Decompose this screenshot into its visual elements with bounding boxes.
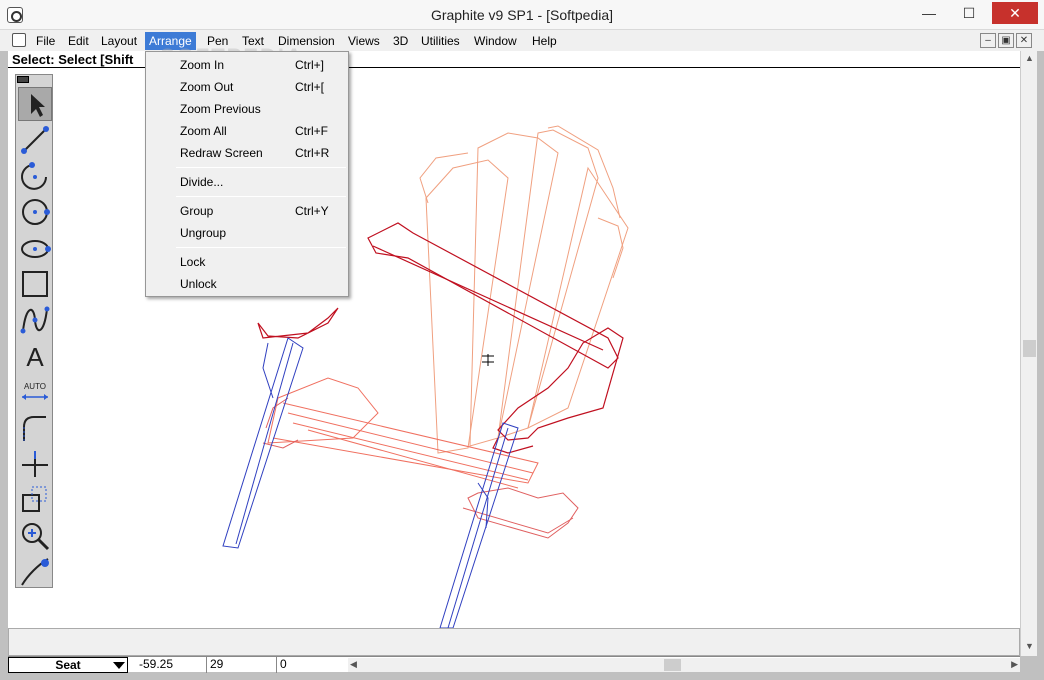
line-icon[interactable] bbox=[18, 123, 52, 157]
y-coordinate: 29 bbox=[206, 657, 276, 673]
prompt-text: Select: Select [Shift bbox=[12, 52, 134, 67]
auto-dimension-icon[interactable]: AUTO bbox=[18, 375, 52, 409]
menu-utilities[interactable]: Utilities bbox=[417, 32, 464, 50]
menu-item-divide[interactable]: Divide... bbox=[147, 171, 347, 193]
select-arrow-icon[interactable] bbox=[18, 87, 52, 121]
status-bar: Seat -59.25 29 0 ◀ ▶ bbox=[8, 656, 1020, 673]
text-tool-icon[interactable]: A bbox=[18, 339, 52, 373]
menu-help[interactable]: Help bbox=[528, 32, 561, 50]
rectangle-icon[interactable] bbox=[18, 267, 52, 301]
maximize-button[interactable]: ☐ bbox=[954, 2, 984, 24]
view-select-value: Seat bbox=[55, 658, 81, 672]
command-line[interactable] bbox=[8, 628, 1020, 656]
svg-text:AUTO: AUTO bbox=[24, 382, 46, 391]
vertical-scrollbar[interactable]: ▲ ▼ bbox=[1020, 51, 1037, 656]
doc-restore-button[interactable]: ▣ bbox=[998, 33, 1014, 48]
menu-item-label: Redraw Screen bbox=[180, 146, 263, 160]
menu-item-shortcut: Ctrl+Y bbox=[295, 204, 329, 218]
cursor-crosshair bbox=[482, 354, 494, 366]
vertical-scroll-thumb[interactable] bbox=[1023, 340, 1036, 357]
menu-item-zoom-in[interactable]: Zoom In Ctrl+] bbox=[147, 54, 347, 76]
menu-edit[interactable]: Edit bbox=[64, 32, 93, 50]
menu-file[interactable]: File bbox=[32, 32, 59, 50]
menu-separator bbox=[176, 196, 346, 197]
menu-item-shortcut: Ctrl+F bbox=[295, 124, 328, 138]
menu-item-label: Lock bbox=[180, 255, 206, 269]
spline-icon[interactable] bbox=[18, 303, 52, 337]
menu-item-unlock[interactable]: Unlock bbox=[147, 273, 347, 295]
menu-window[interactable]: Window bbox=[470, 32, 521, 50]
menu-pen[interactable]: Pen bbox=[203, 32, 232, 50]
doc-close-button[interactable]: ✕ bbox=[1016, 33, 1032, 48]
menu-dimension[interactable]: Dimension bbox=[274, 32, 339, 50]
menu-item-zoom-all[interactable]: Zoom All Ctrl+F bbox=[147, 120, 347, 142]
box-icon[interactable] bbox=[18, 483, 52, 517]
menu-item-label: Zoom Out bbox=[180, 80, 234, 94]
toolbox-handle[interactable] bbox=[17, 76, 29, 83]
menu-item-label: Zoom Previous bbox=[180, 102, 261, 116]
close-button[interactable]: ✕ bbox=[992, 2, 1038, 24]
menu-separator bbox=[176, 167, 346, 168]
menu-item-label: Divide... bbox=[180, 175, 224, 189]
menu-views[interactable]: Views bbox=[344, 32, 384, 50]
menu-item-shortcut: Ctrl+] bbox=[295, 58, 325, 72]
chevron-down-icon[interactable] bbox=[113, 662, 125, 669]
document-icon[interactable] bbox=[12, 33, 26, 47]
x-coordinate: -59.25 bbox=[139, 657, 174, 671]
menu-item-ungroup[interactable]: Ungroup bbox=[147, 222, 347, 244]
minimize-button[interactable]: — bbox=[914, 2, 944, 24]
svg-text:A: A bbox=[26, 342, 44, 372]
menu-text[interactable]: Text bbox=[238, 32, 268, 50]
scroll-up-arrow-icon[interactable]: ▲ bbox=[1025, 53, 1034, 63]
z-coordinate: 0 bbox=[276, 657, 346, 673]
menu-item-lock[interactable]: Lock bbox=[147, 251, 347, 273]
arrange-menu-dropdown: Zoom In Ctrl+] Zoom Out Ctrl+[ Zoom Prev… bbox=[145, 51, 349, 297]
menu-3d[interactable]: 3D bbox=[389, 32, 412, 50]
zoom-icon[interactable] bbox=[18, 519, 52, 553]
menu-item-group[interactable]: Group Ctrl+Y bbox=[147, 200, 347, 222]
menu-item-label: Zoom All bbox=[180, 124, 227, 138]
menu-bar: File Edit Layout Arrange Pen Text Dimens… bbox=[0, 30, 1044, 51]
toolbox: A AUTO bbox=[15, 74, 53, 588]
menu-layout[interactable]: Layout bbox=[97, 32, 141, 50]
view-select[interactable]: Seat bbox=[8, 657, 128, 673]
chair-seat-wireframe bbox=[267, 377, 539, 489]
scroll-right-arrow-icon[interactable]: ▶ bbox=[1011, 659, 1018, 670]
perpendicular-icon[interactable] bbox=[18, 447, 52, 481]
horizontal-scrollbar[interactable]: ◀ ▶ bbox=[348, 658, 1020, 672]
window-title: Graphite v9 SP1 - [Softpedia] bbox=[430, 7, 614, 23]
menu-item-label: Group bbox=[180, 204, 214, 218]
fillet-icon[interactable] bbox=[18, 411, 52, 445]
menu-item-zoom-previous[interactable]: Zoom Previous bbox=[147, 98, 347, 120]
circle-icon[interactable] bbox=[18, 195, 52, 229]
menu-item-label: Zoom In bbox=[180, 58, 225, 72]
ellipse-icon[interactable] bbox=[18, 231, 52, 265]
menu-separator bbox=[176, 247, 346, 248]
menu-arrange[interactable]: Arrange bbox=[145, 32, 196, 50]
arc-icon[interactable] bbox=[18, 159, 52, 193]
menu-item-zoom-out[interactable]: Zoom Out Ctrl+[ bbox=[147, 76, 347, 98]
scroll-down-arrow-icon[interactable]: ▼ bbox=[1025, 641, 1034, 651]
menu-item-label: Ungroup bbox=[180, 226, 227, 240]
menu-item-shortcut: Ctrl+[ bbox=[295, 80, 325, 94]
pen-icon[interactable] bbox=[18, 555, 52, 589]
horizontal-scroll-thumb[interactable] bbox=[664, 659, 681, 671]
chair-legs-wireframe bbox=[222, 337, 519, 628]
menu-item-label: Unlock bbox=[180, 277, 217, 291]
doc-minimize-button[interactable]: – bbox=[980, 33, 996, 48]
menu-item-shortcut: Ctrl+R bbox=[295, 146, 330, 160]
menu-item-redraw-screen[interactable]: Redraw Screen Ctrl+R bbox=[147, 142, 347, 164]
scroll-left-arrow-icon[interactable]: ◀ bbox=[350, 659, 357, 670]
title-bar: Graphite v9 SP1 - [Softpedia] — ☐ ✕ bbox=[0, 0, 1044, 30]
